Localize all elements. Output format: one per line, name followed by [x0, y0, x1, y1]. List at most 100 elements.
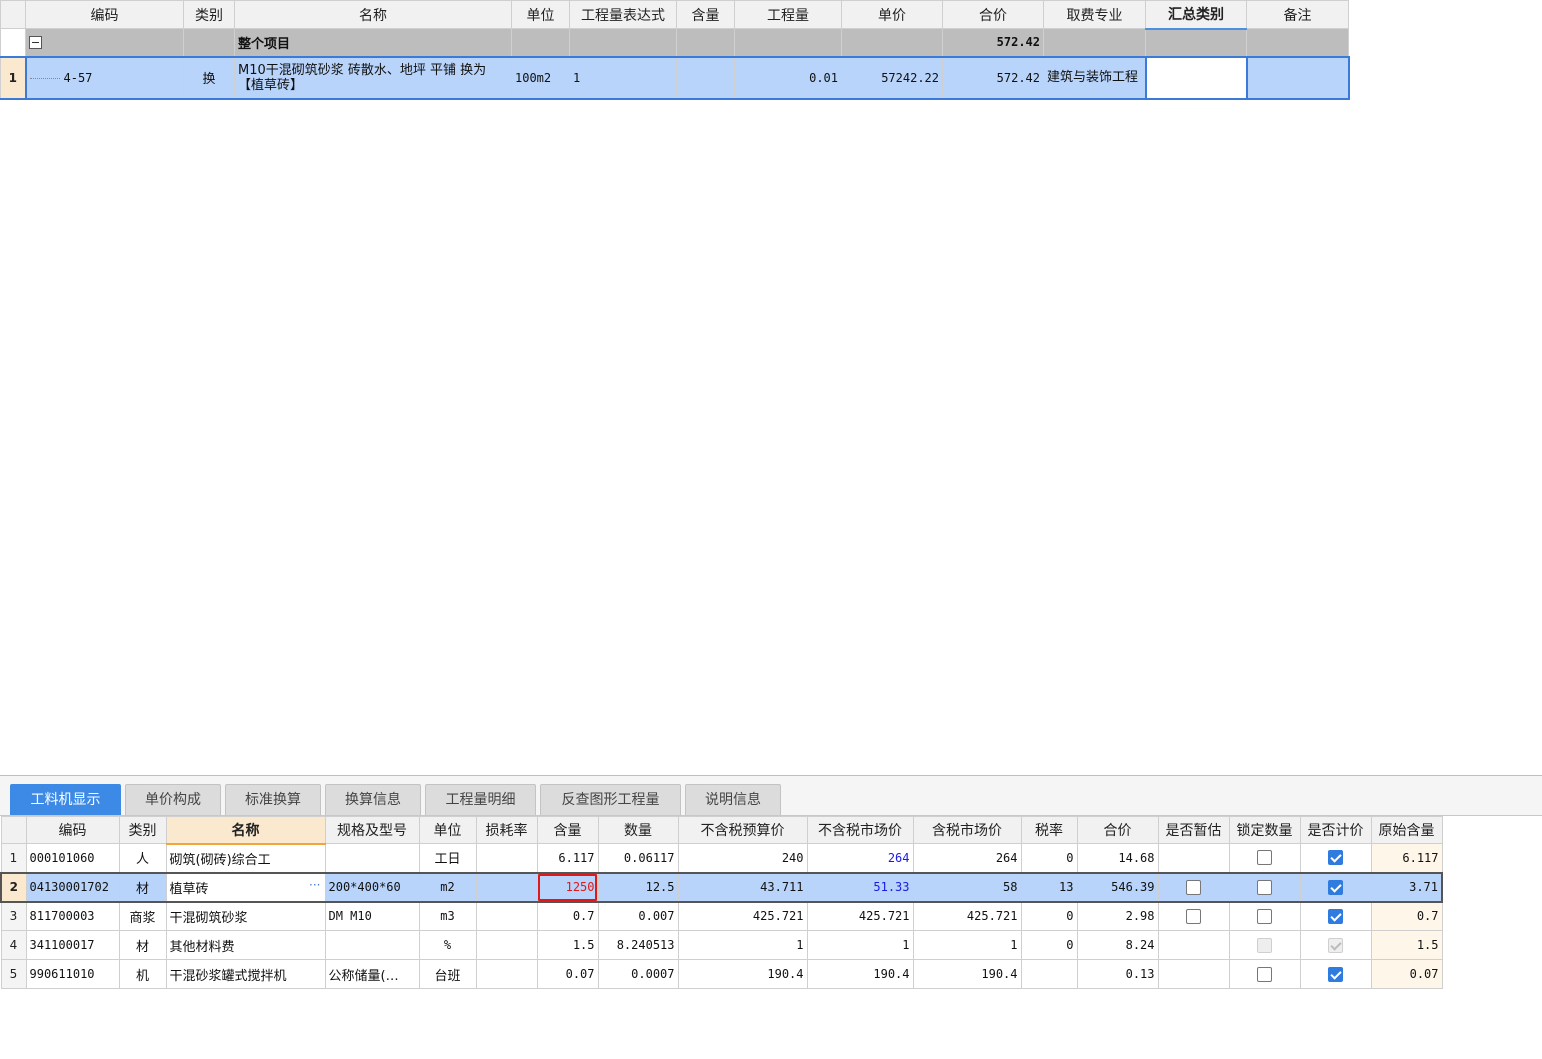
- more-options-icon[interactable]: ···: [309, 878, 320, 892]
- table-row[interactable]: 2 04130001702 材 植草砖 ··· 200*400*60 m2 125…: [0, 871, 1443, 903]
- cell-pre-tax-budget-price[interactable]: 240: [677, 843, 808, 873]
- cell-expr[interactable]: 1: [569, 55, 677, 100]
- cell-quantity[interactable]: 0.007: [597, 901, 679, 931]
- cell-spec[interactable]: 200*400*60: [324, 871, 420, 903]
- col-header-loss-rate[interactable]: 损耗率: [475, 816, 538, 844]
- cell-total[interactable]: 0.13: [1076, 959, 1159, 989]
- is-priced-checkbox[interactable]: [1328, 966, 1343, 982]
- lock-quantity-checkbox[interactable]: [1257, 966, 1272, 982]
- col-header-expr[interactable]: 工程量表达式: [569, 0, 677, 29]
- tab-conversion-info[interactable]: 换算信息: [325, 784, 421, 815]
- row-number[interactable]: 1: [0, 843, 27, 873]
- cell-pre-tax-market-price[interactable]: 264: [806, 843, 914, 873]
- cell-code[interactable]: 04130001702: [25, 871, 120, 903]
- col-header-category[interactable]: 类别: [118, 816, 167, 844]
- collapse-icon[interactable]: [29, 35, 42, 49]
- cell-lock-quantity[interactable]: [1228, 871, 1301, 903]
- cell-name[interactable]: 植草砖 ···: [165, 871, 326, 903]
- cell-code[interactable]: 811700003: [25, 901, 120, 931]
- cell-content[interactable]: 6.117: [536, 843, 599, 873]
- cell-content[interactable]: 0.7: [536, 901, 599, 931]
- cell-pre-tax-market-price[interactable]: 1: [806, 930, 914, 960]
- cell-quantity[interactable]: 0.0007: [597, 959, 679, 989]
- cell-pre-tax-market-price[interactable]: 51.33: [806, 871, 914, 903]
- cell-tax-rate[interactable]: 13: [1020, 871, 1078, 903]
- col-header-tax-incl-market-price[interactable]: 含税市场价: [912, 816, 1022, 844]
- is-provisional-checkbox[interactable]: [1186, 908, 1201, 924]
- cell-unit[interactable]: 100m2: [511, 55, 570, 100]
- tab-description-info[interactable]: 说明信息: [685, 784, 781, 815]
- col-header-unit-price[interactable]: 单价: [841, 0, 943, 29]
- cell-content[interactable]: [676, 55, 735, 100]
- is-priced-checkbox[interactable]: [1328, 850, 1343, 866]
- cell-tax-incl-market-price[interactable]: 425.721: [912, 901, 1022, 931]
- row-number[interactable]: 4: [0, 930, 27, 960]
- cell-is-provisional[interactable]: [1157, 901, 1230, 931]
- cell-tax-rate[interactable]: 0: [1020, 930, 1078, 960]
- col-header-spec[interactable]: 规格及型号: [324, 816, 420, 844]
- col-header-name[interactable]: 名称: [234, 0, 512, 29]
- table-row[interactable]: 1 000101060 人 砌筑(砌砖)综合工 工日 6.117 0.06117…: [0, 843, 1443, 873]
- col-header-tax-rate[interactable]: 税率: [1020, 816, 1078, 844]
- row-number[interactable]: 5: [0, 959, 27, 989]
- cell-tax-incl-market-price[interactable]: 58: [912, 871, 1022, 903]
- cell-is-provisional[interactable]: [1157, 871, 1230, 903]
- cell-pre-tax-budget-price[interactable]: 190.4: [677, 959, 808, 989]
- cell-category[interactable]: 材: [118, 871, 167, 903]
- tab-labor-material-machine[interactable]: 工料机显示: [10, 784, 121, 815]
- cell-original-content[interactable]: 0.07: [1370, 959, 1443, 989]
- table-row[interactable]: 3 811700003 商浆 干混砌筑砂浆 DM M10 m3 0.7 0.00…: [0, 901, 1443, 931]
- cell-unit-price[interactable]: 57242.22: [841, 55, 943, 100]
- is-priced-checkbox[interactable]: [1328, 908, 1343, 924]
- tab-standard-conversion[interactable]: 标准换算: [225, 784, 321, 815]
- row-number[interactable]: 1: [0, 55, 26, 100]
- cell-remark[interactable]: [1246, 55, 1350, 100]
- cell-pre-tax-market-price[interactable]: 190.4: [806, 959, 914, 989]
- cell-lock-quantity[interactable]: [1228, 843, 1301, 873]
- cell-spec[interactable]: [324, 930, 420, 960]
- col-header-is-provisional[interactable]: 是否暂估: [1157, 816, 1230, 844]
- cell-spec[interactable]: [324, 843, 420, 873]
- cell-original-content[interactable]: 1.5: [1370, 930, 1443, 960]
- col-header-total[interactable]: 合价: [1076, 816, 1159, 844]
- is-provisional-checkbox[interactable]: [1186, 879, 1201, 895]
- cell-unit[interactable]: %: [418, 930, 477, 960]
- cell-tax-rate[interactable]: 0: [1020, 901, 1078, 931]
- col-header-quantity[interactable]: 数量: [597, 816, 679, 844]
- cell-is-priced[interactable]: [1299, 871, 1372, 903]
- table-row[interactable]: 4 341100017 材 其他材料费 % 1.5 8.240513 1 1 1…: [0, 930, 1443, 960]
- col-header-total[interactable]: 合价: [942, 0, 1044, 29]
- lock-quantity-checkbox[interactable]: [1257, 908, 1272, 924]
- cell-code[interactable]: 4-57: [24, 55, 184, 100]
- cell-category[interactable]: 换: [183, 55, 235, 100]
- cell-summary[interactable]: [1144, 55, 1248, 100]
- col-header-summary[interactable]: 汇总类别: [1145, 0, 1247, 30]
- cell-tax-rate[interactable]: [1020, 959, 1078, 989]
- cell-unit[interactable]: m3: [418, 901, 477, 931]
- cell-content[interactable]: 1250: [536, 871, 599, 903]
- cell-spec[interactable]: DM M10: [324, 901, 420, 931]
- cell-code[interactable]: 990611010: [25, 959, 120, 989]
- group-row[interactable]: 整个项目 572.42: [0, 28, 1349, 57]
- row-number[interactable]: 3: [0, 901, 27, 931]
- col-header-pre-tax-market-price[interactable]: 不含税市场价: [806, 816, 914, 844]
- cell-lock-quantity[interactable]: [1228, 901, 1301, 931]
- cell-quantity[interactable]: 0.06117: [597, 843, 679, 873]
- cell-is-priced[interactable]: [1299, 901, 1372, 931]
- cell-total[interactable]: 572.42: [942, 55, 1044, 100]
- col-header-remark[interactable]: 备注: [1246, 0, 1349, 29]
- cell-tax-rate[interactable]: 0: [1020, 843, 1078, 873]
- cell-name[interactable]: 干混砂浆罐式搅拌机: [165, 959, 326, 989]
- cell-total[interactable]: 2.98: [1076, 901, 1159, 931]
- cell-pre-tax-budget-price[interactable]: 1: [677, 930, 808, 960]
- cell-unit[interactable]: m2: [418, 871, 477, 903]
- col-header-is-priced[interactable]: 是否计价: [1299, 816, 1372, 844]
- col-header-content[interactable]: 含量: [676, 0, 735, 29]
- cell-original-content[interactable]: 0.7: [1370, 901, 1443, 931]
- cell-qty[interactable]: 0.01: [734, 55, 842, 100]
- col-header-pre-tax-budget-price[interactable]: 不含税预算价: [677, 816, 808, 844]
- cell-content[interactable]: 1.5: [536, 930, 599, 960]
- tab-reverse-graphic-quantity[interactable]: 反查图形工程量: [540, 784, 681, 815]
- cell-quantity[interactable]: 8.240513: [597, 930, 679, 960]
- cell-loss-rate[interactable]: [475, 959, 538, 989]
